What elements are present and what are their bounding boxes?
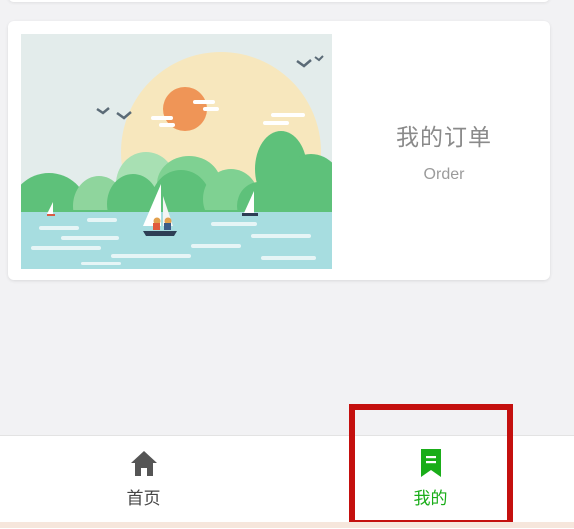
order-card-title: 我的订单: [396, 124, 492, 151]
tab-home-label: 首页: [126, 489, 161, 509]
home-icon: [129, 448, 159, 478]
tab-mine[interactable]: 我的: [287, 436, 574, 529]
tab-mine-label: 我的: [413, 489, 448, 509]
order-card-text: 我的订单 Order: [338, 21, 550, 280]
tab-home[interactable]: 首页: [0, 436, 287, 529]
order-card-subtitle: Order: [423, 165, 465, 183]
landscape-illustration: [21, 34, 332, 269]
bookmark-icon: [416, 448, 446, 478]
bottom-tab-bar: 首页 我的: [0, 435, 574, 529]
order-card[interactable]: 我的订单 Order: [8, 21, 550, 280]
previous-card: [8, 0, 550, 2]
bottom-edge-strip: [0, 522, 574, 528]
